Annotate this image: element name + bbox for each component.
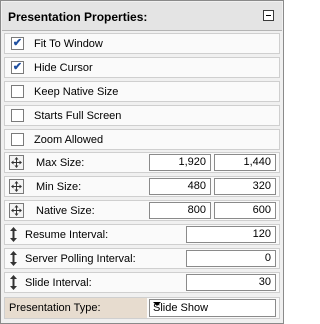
server-polling-interval-row: Server Polling Interval: 0	[4, 248, 280, 269]
four-way-arrow-icon[interactable]	[9, 179, 24, 194]
native-size-height-field[interactable]: 600	[214, 202, 276, 219]
zoom-allowed-row[interactable]: Zoom Allowed	[4, 129, 280, 150]
min-size-row: Min Size: 480 320	[4, 176, 280, 197]
min-size-label: Min Size:	[36, 181, 82, 193]
presentation-type-value: Slide Show	[153, 302, 209, 314]
hide-cursor-row[interactable]: ✔ Hide Cursor	[4, 57, 280, 78]
chevron-down-icon[interactable]	[153, 302, 161, 306]
presentation-type-select[interactable]: Slide Show	[149, 299, 276, 317]
slide-interval-label: Slide Interval:	[25, 277, 92, 289]
hide-cursor-label: Hide Cursor	[34, 62, 93, 74]
starts-full-screen-checkbox[interactable]	[11, 109, 24, 122]
zoom-allowed-label: Zoom Allowed	[34, 134, 104, 146]
starts-full-screen-label: Starts Full Screen	[34, 110, 122, 122]
panel-title: Presentation Properties:	[8, 10, 148, 24]
min-size-width-field[interactable]: 480	[149, 178, 211, 195]
collapse-icon[interactable]	[263, 10, 274, 21]
resume-interval-label: Resume Interval:	[25, 229, 109, 241]
max-size-row: Max Size: 1,920 1,440	[4, 152, 280, 173]
hide-cursor-checkbox[interactable]: ✔	[11, 61, 24, 74]
panel-header: Presentation Properties:	[2, 2, 282, 31]
slide-interval-row: Slide Interval: 30	[4, 272, 280, 293]
vertical-resize-icon[interactable]	[9, 275, 18, 290]
server-polling-interval-label: Server Polling Interval:	[25, 253, 136, 265]
fit-to-window-row[interactable]: ✔ Fit To Window	[4, 33, 280, 54]
native-size-label: Native Size:	[36, 205, 95, 217]
max-size-label: Max Size:	[36, 157, 85, 169]
fit-to-window-label: Fit To Window	[34, 38, 103, 50]
four-way-arrow-icon[interactable]	[9, 203, 24, 218]
min-size-height-field[interactable]: 320	[214, 178, 276, 195]
max-size-height-field[interactable]: 1,440	[214, 154, 276, 171]
resume-interval-field[interactable]: 120	[186, 226, 276, 243]
presentation-properties-panel: Presentation Properties: ✔ Fit To Window…	[0, 0, 284, 324]
presentation-type-label: Presentation Type:	[9, 302, 101, 314]
fit-to-window-checkbox[interactable]: ✔	[11, 37, 24, 50]
keep-native-size-label: Keep Native Size	[34, 86, 119, 98]
resume-interval-row: Resume Interval: 120	[4, 224, 280, 245]
four-way-arrow-icon[interactable]	[9, 155, 24, 170]
slide-interval-field[interactable]: 30	[186, 274, 276, 291]
keep-native-size-checkbox[interactable]	[11, 85, 24, 98]
vertical-resize-icon[interactable]	[9, 227, 18, 242]
starts-full-screen-row[interactable]: Starts Full Screen	[4, 105, 280, 126]
keep-native-size-row[interactable]: Keep Native Size	[4, 81, 280, 102]
server-polling-interval-field[interactable]: 0	[186, 250, 276, 267]
vertical-resize-icon[interactable]	[9, 251, 18, 266]
max-size-width-field[interactable]: 1,920	[149, 154, 211, 171]
native-size-width-field[interactable]: 800	[149, 202, 211, 219]
presentation-type-label-cell: Presentation Type:	[5, 298, 147, 318]
presentation-type-row: Presentation Type: Slide Show	[4, 297, 280, 319]
native-size-row: Native Size: 800 600	[4, 200, 280, 221]
zoom-allowed-checkbox[interactable]	[11, 133, 24, 146]
